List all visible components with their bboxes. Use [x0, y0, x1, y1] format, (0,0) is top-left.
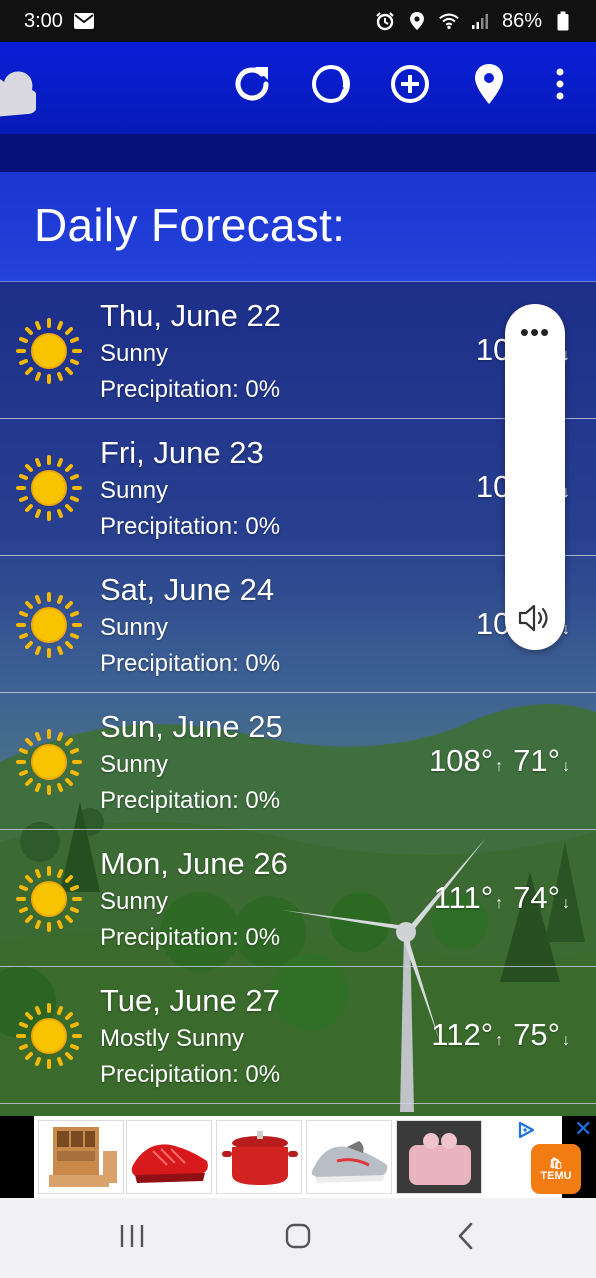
home-button[interactable]	[268, 1218, 328, 1258]
sunny-icon	[16, 318, 82, 384]
app-bar-divider	[0, 134, 596, 172]
mail-icon	[73, 10, 95, 32]
forecast-date: Sun, June 25	[100, 709, 283, 744]
moon-phase-button[interactable]	[307, 62, 355, 110]
low-arrow-icon: ↓	[562, 1032, 570, 1049]
recent-apps-icon	[118, 1223, 146, 1254]
recent-apps-button[interactable]	[102, 1218, 162, 1258]
ad-product-car-mattress[interactable]	[396, 1120, 482, 1194]
mostly-sunny-icon	[16, 1003, 82, 1069]
back-button[interactable]	[436, 1218, 496, 1258]
ad-product-red-shoe[interactable]	[126, 1120, 212, 1194]
low-temp: 74°	[513, 880, 560, 915]
system-navigation-bar	[0, 1198, 596, 1278]
alarm-icon	[374, 10, 396, 32]
forecast-precipitation: Precipitation: 0%	[100, 376, 281, 403]
forecast-condition: Mostly Sunny	[100, 1025, 245, 1052]
app-bar	[0, 42, 596, 134]
high-temp: 108°	[428, 743, 494, 778]
volume-menu-button[interactable]: •••	[505, 319, 565, 345]
high-arrow-icon: ↑	[495, 758, 504, 775]
volume-popup[interactable]: •••	[505, 304, 565, 650]
low-temp: 71°	[513, 743, 560, 778]
speaker-icon[interactable]	[517, 602, 553, 634]
ad-banner[interactable]: ✕ 🛍 TEMU	[0, 1116, 596, 1198]
forecast-temperatures: 108° ↑ 71° ↓	[429, 743, 570, 779]
forecast-row[interactable]: Tue, June 27 Mostly Sunny Precipitation:…	[0, 967, 596, 1104]
forecast-condition: Sunny	[100, 751, 169, 778]
forecast-condition: Sunny	[100, 340, 169, 367]
sunny-icon	[16, 592, 82, 658]
overflow-menu-button[interactable]	[536, 62, 584, 110]
forecast-condition: Sunny	[100, 477, 169, 504]
forecast-date: Fri, June 23	[100, 435, 264, 470]
high-temp: 112°	[431, 1017, 494, 1052]
add-location-icon	[388, 62, 432, 111]
ad-brand-icon: 🛍	[549, 1157, 563, 1170]
back-icon	[456, 1221, 476, 1256]
forecast-precipitation: Precipitation: 0%	[100, 787, 281, 814]
ad-brand-name: TEMU	[540, 1169, 572, 1182]
signal-icon	[470, 10, 492, 32]
home-icon	[284, 1222, 312, 1255]
forecast-temperatures: 112° ↑ 75° ↓	[431, 1017, 570, 1053]
overflow-menu-icon	[555, 67, 565, 106]
add-location-button[interactable]	[386, 62, 434, 110]
forecast-temperatures: 111° ↑ 74° ↓	[434, 880, 570, 916]
forecast-precipitation: Precipitation: 0%	[100, 924, 281, 951]
forecast-date: Tue, June 27	[100, 983, 280, 1018]
ad-product-sneaker[interactable]	[306, 1120, 392, 1194]
location-pin-icon	[473, 62, 505, 111]
low-arrow-icon: ↓	[562, 895, 570, 912]
sunny-icon	[16, 455, 82, 521]
refresh-button[interactable]	[228, 62, 276, 110]
forecast-precipitation: Precipitation: 0%	[100, 1061, 281, 1088]
location-pin-button[interactable]	[465, 62, 513, 110]
ad-choices-icon[interactable]	[516, 1120, 536, 1140]
location-icon	[406, 10, 428, 32]
battery-icon	[552, 10, 574, 32]
high-arrow-icon: ↑	[495, 1032, 504, 1049]
ad-brand-logo[interactable]: 🛍 TEMU	[531, 1144, 581, 1194]
section-header: Daily Forecast:	[0, 172, 596, 282]
page-title: Daily Forecast:	[34, 199, 346, 251]
forecast-row[interactable]: Mon, June 26 Sunny Precipitation: 0% 111…	[0, 830, 596, 967]
ad-product-red-pot[interactable]	[216, 1120, 302, 1194]
ad-content[interactable]: ✕ 🛍 TEMU	[34, 1116, 592, 1198]
forecast-date: Sat, June 24	[100, 572, 275, 607]
refresh-icon	[230, 62, 274, 111]
sunny-icon	[16, 729, 82, 795]
wifi-icon	[438, 10, 460, 32]
forecast-condition: Sunny	[100, 888, 169, 915]
low-temp: 75°	[513, 1017, 560, 1052]
forecast-row[interactable]: Sun, June 25 Sunny Precipitation: 0% 108…	[0, 693, 596, 830]
forecast-condition: Sunny	[100, 614, 169, 641]
ad-product-organizer[interactable]	[38, 1120, 124, 1194]
cloud-logo-icon	[0, 52, 39, 118]
sunny-icon	[16, 866, 82, 932]
forecast-precipitation: Precipitation: 0%	[100, 513, 281, 540]
status-bar: 3:00 86%	[0, 0, 596, 42]
forecast-date: Thu, June 22	[100, 298, 281, 333]
low-arrow-icon: ↓	[562, 758, 570, 775]
status-time: 3:00	[24, 9, 63, 32]
high-arrow-icon: ↑	[495, 895, 504, 912]
ad-close-button[interactable]: ✕	[574, 1118, 594, 1140]
forecast-date: Mon, June 26	[100, 846, 288, 881]
moon-phase-icon	[309, 62, 353, 111]
forecast-precipitation: Precipitation: 0%	[100, 650, 281, 677]
high-temp: 111°	[433, 880, 494, 915]
battery-percent: 86%	[501, 9, 542, 32]
